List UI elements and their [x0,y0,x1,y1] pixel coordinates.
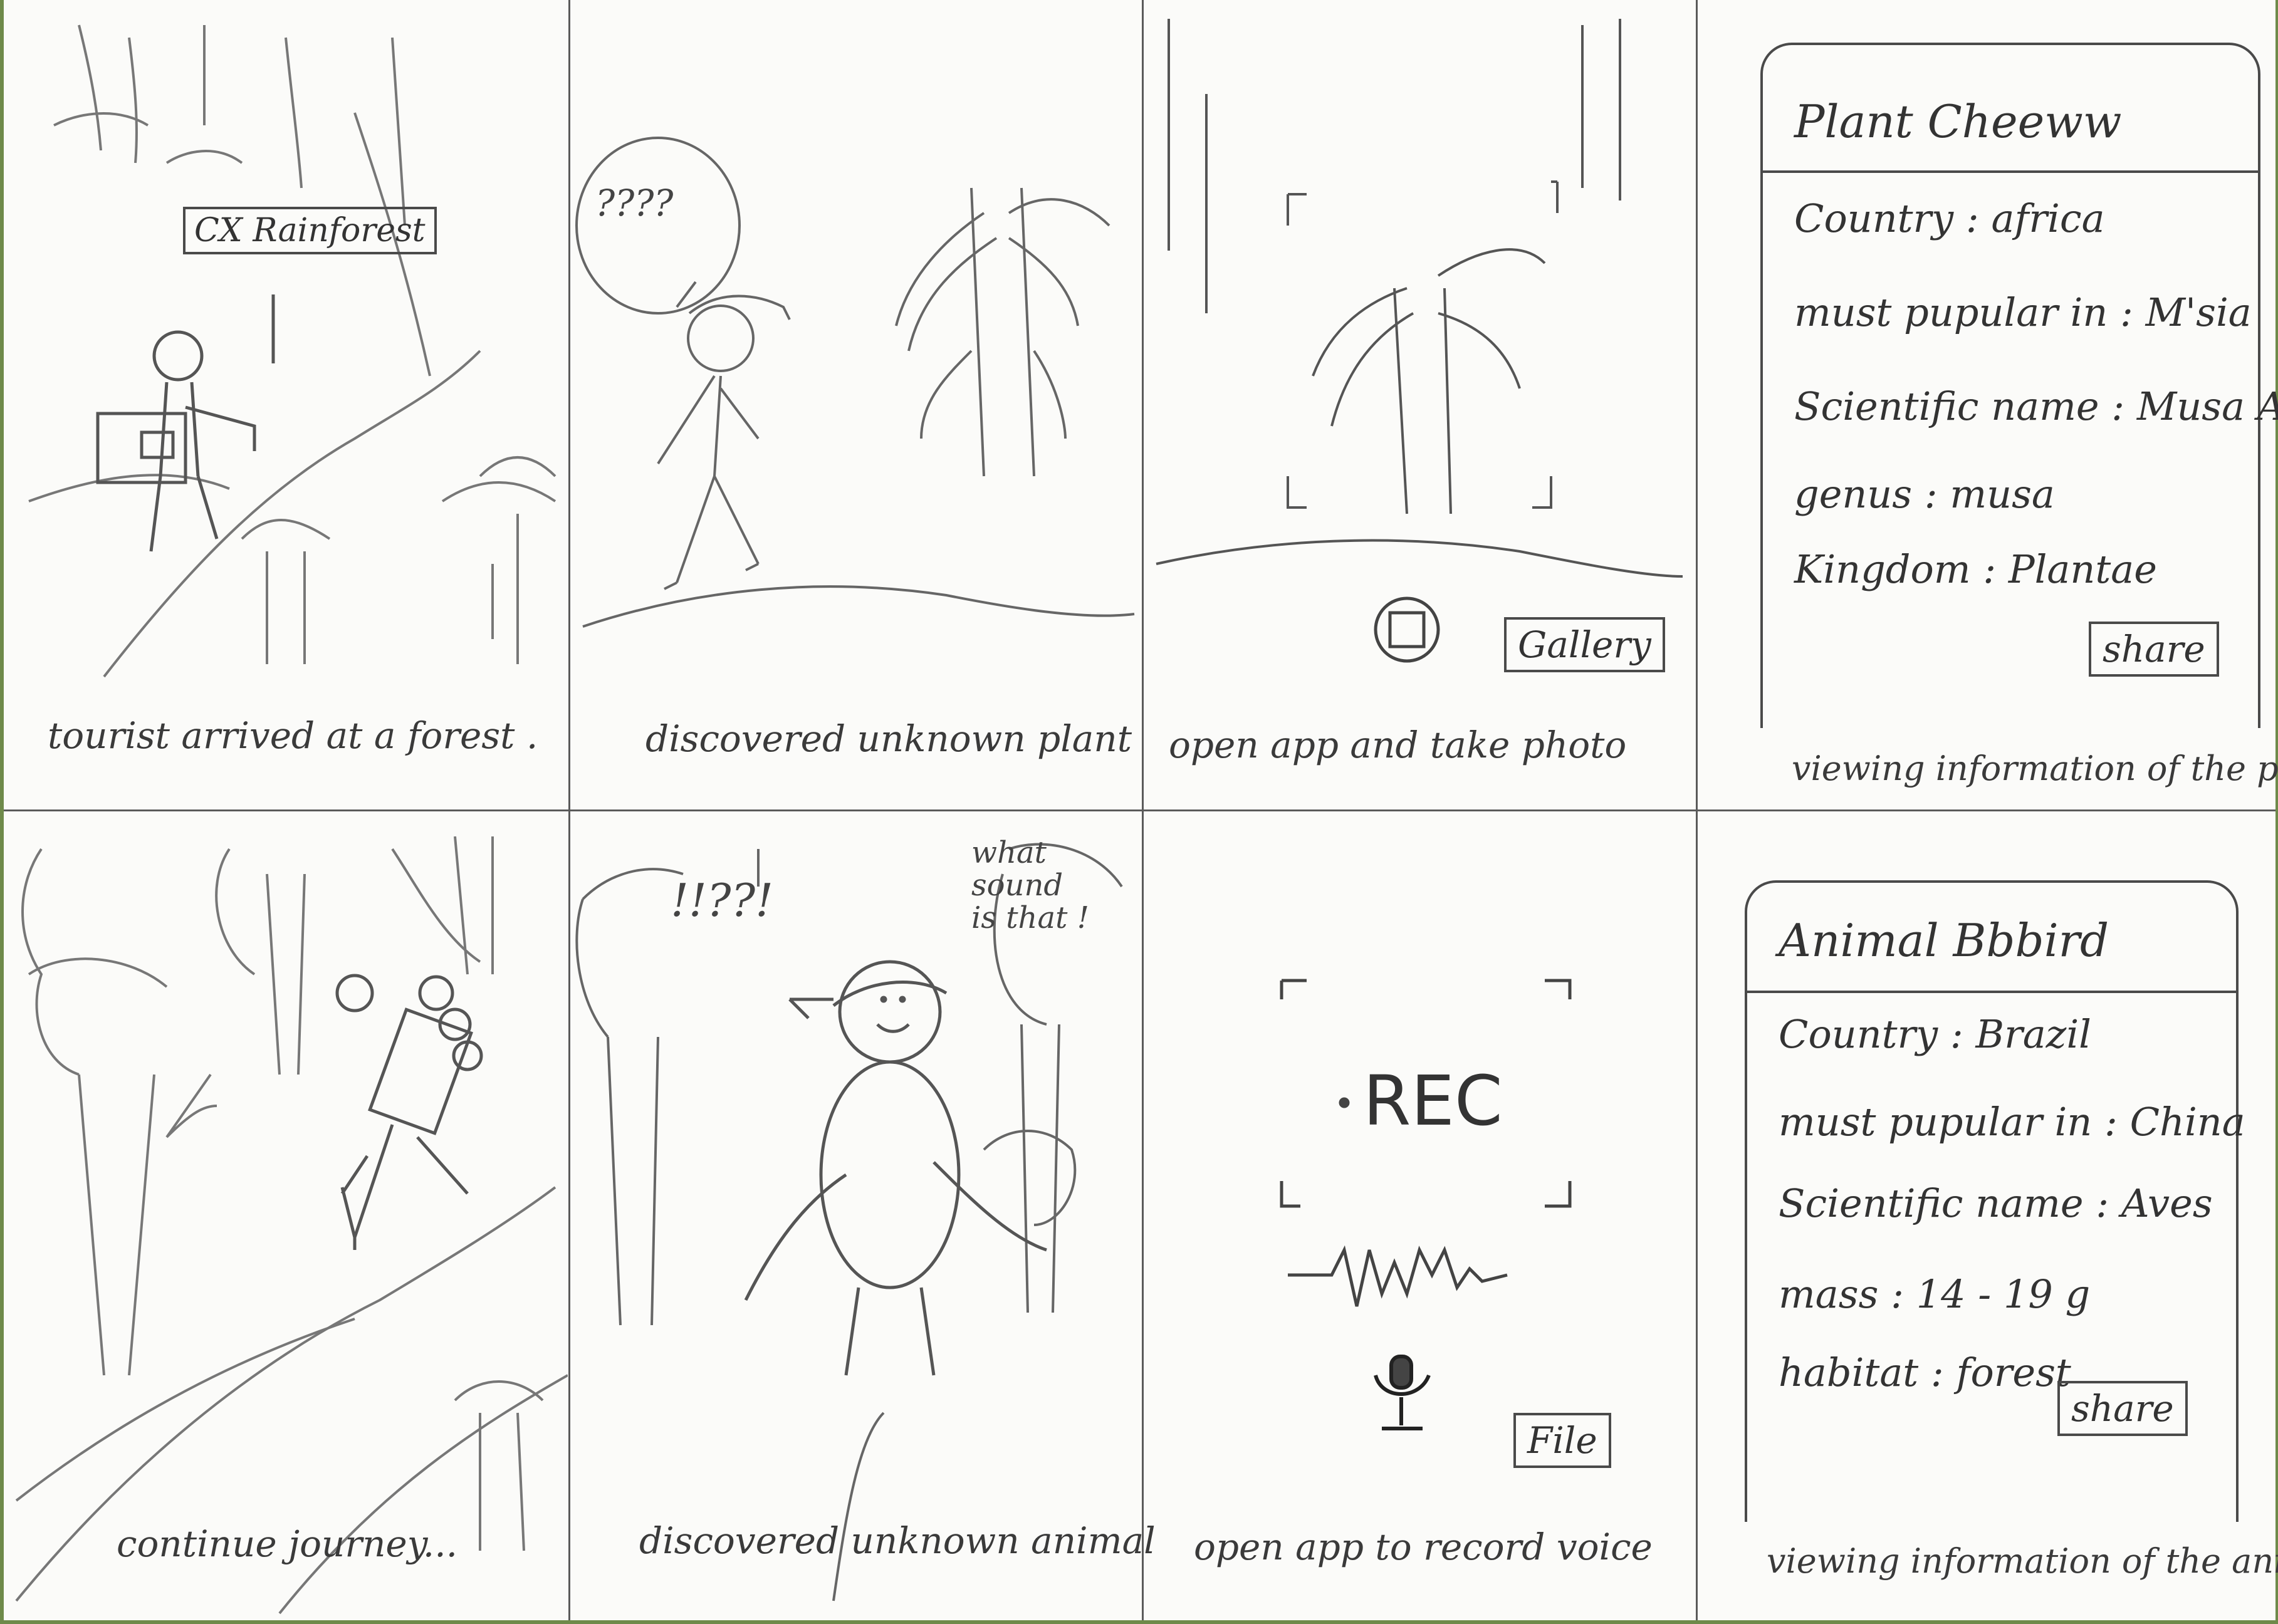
phone-screen-plant: Plant Cheeww Country : africa must pupul… [1760,43,2278,728]
panel-record-voice: REC File open app to record voice [1144,811,1695,1620]
caption: discovered unknown plant [645,717,1132,760]
camera-shutter-icon[interactable] [1144,0,1695,808]
title-divider [1763,170,2258,173]
caption: discovered unknown animal [639,1519,1156,1562]
animal-habitat: habitat : forest [1779,1350,2071,1395]
panel-discovered-animal: !!??! what sound is that ! discovered un… [570,811,1156,1620]
tourist-figure [96,294,275,552]
animal-title: Animal Bbbird [1779,914,2109,967]
plant-title: Plant Cheeww [1794,95,2122,148]
caption: viewing information of the plant [1792,749,2278,788]
plant-genus: genus : musa [1794,471,2055,517]
plant-popular-in: must pupular in : M'sia [1794,289,2252,335]
phone-screen-animal: Animal Bbbird Country : Brazil must pupu… [1745,880,2245,1522]
animal-scientific-name: Scientific name : Aves [1779,1180,2213,1226]
storyboard-sheet: CX Rainforest tourist arrived at a fores… [4,0,2278,1620]
animal-popular-in: must pupular in : China [1779,1099,2245,1145]
file-button[interactable]: File [1513,1413,1611,1468]
confused-bubble: ???? [595,182,674,224]
gallery-button[interactable]: Gallery [1504,617,1665,672]
caption: viewing information of the animal [1767,1541,2278,1581]
caption: tourist arrived at a forest . [48,714,538,757]
surprise-marks: !!??! [671,874,774,927]
hiker-figure [335,974,483,1250]
animal-country: Country : Brazil [1779,1011,2091,1057]
caption: open app and take photo [1169,724,1627,766]
plant-scene-sketch [575,137,1135,628]
panel-animal-info: Animal Bbbird Country : Brazil must pupu… [1698,811,2278,1620]
panel-continue-journey: continue journey... [4,811,568,1620]
caption: open app to record voice [1194,1526,1653,1568]
speech-bubble: what sound is that ! [971,835,1089,935]
share-button[interactable]: share [2089,622,2219,677]
plant-kingdom: Kingdom : Plantae [1794,546,2157,592]
panel-discovered-plant: ???? discovered unknown plant [570,0,1141,808]
share-button[interactable]: share [2057,1381,2188,1436]
panel-take-photo: Gallery open app and take photo [1144,0,1695,808]
caption: continue journey... [117,1522,458,1565]
plant-country: Country : africa [1794,195,2105,241]
panel-plant-info: Plant Cheeww Country : africa must pupul… [1698,0,2278,808]
panel-tourist-arrives: CX Rainforest tourist arrived at a fores… [4,0,568,808]
plant-scientific-name: Scientific name : Musa Acc. [1794,383,2278,429]
title-divider [1747,991,2236,993]
microphone-icon[interactable] [1144,811,1695,1620]
animal-mass: mass : 14 - 19 g [1779,1271,2091,1317]
